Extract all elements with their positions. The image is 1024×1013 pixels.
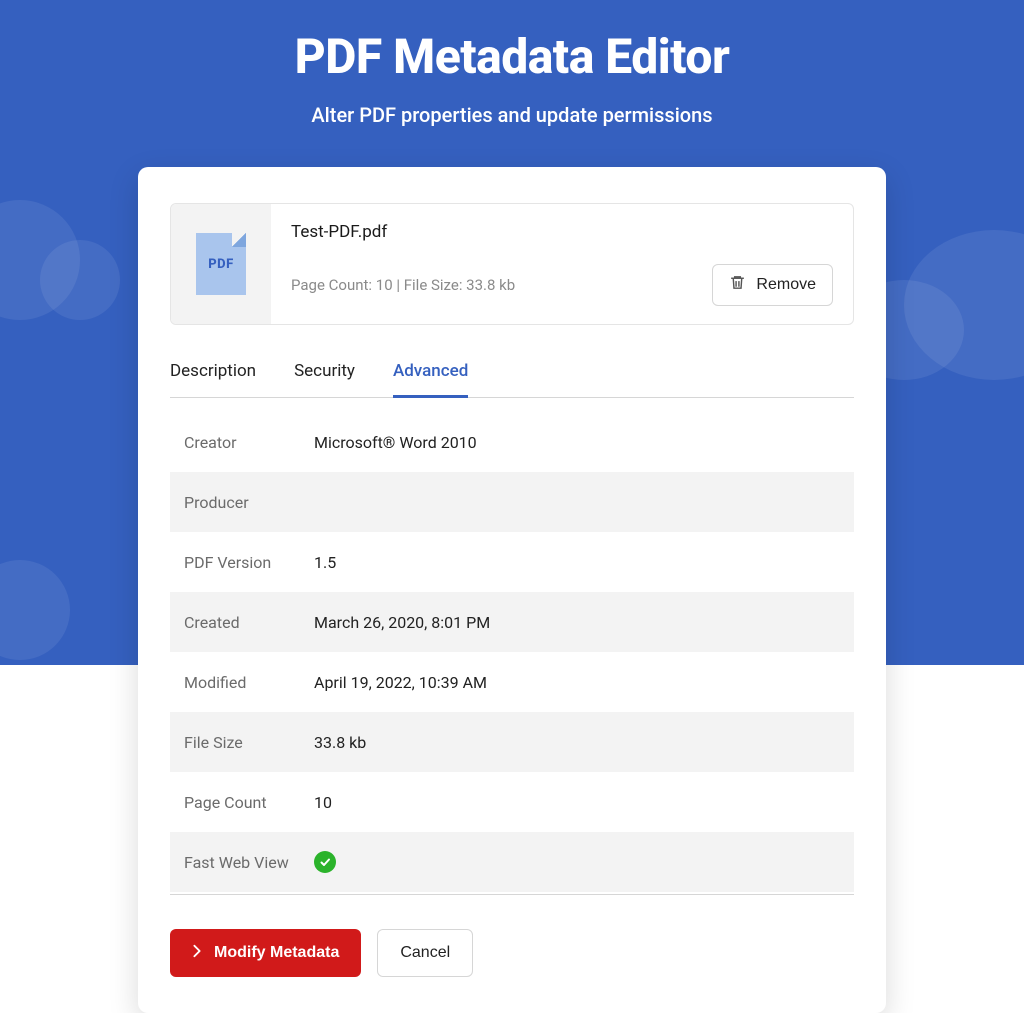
tabs: Description Security Advanced [170, 361, 854, 398]
file-meta: Page Count: 10 | File Size: 33.8 kb [291, 276, 515, 294]
cloud-decoration [0, 560, 70, 660]
prop-label: Producer [184, 493, 314, 512]
hero: PDF Metadata Editor Alter PDF properties… [0, 0, 1024, 127]
prop-label: PDF Version [184, 553, 314, 572]
prop-value: 1.5 [314, 553, 336, 572]
prop-row-creator: Creator Microsoft® Word 2010 [170, 412, 854, 472]
file-row: PDF Test-PDF.pdf Page Count: 10 | File S… [170, 203, 854, 325]
actions: Modify Metadata Cancel [170, 929, 854, 977]
prop-row-pdf-version: PDF Version 1.5 [170, 532, 854, 592]
prop-row-file-size: File Size 33.8 kb [170, 712, 854, 772]
remove-button-label: Remove [756, 276, 816, 294]
page-subtitle: Alter PDF properties and update permissi… [0, 103, 1024, 127]
prop-label: Fast Web View [184, 853, 314, 872]
editor-card: PDF Test-PDF.pdf Page Count: 10 | File S… [138, 167, 886, 1013]
prop-row-page-count: Page Count 10 [170, 772, 854, 832]
file-name: Test-PDF.pdf [291, 222, 833, 242]
prop-value: 33.8 kb [314, 733, 366, 752]
file-info: Test-PDF.pdf Page Count: 10 | File Size:… [271, 204, 853, 324]
prop-value [314, 851, 336, 873]
tab-description[interactable]: Description [170, 361, 256, 398]
file-meta-row: Page Count: 10 | File Size: 33.8 kb Remo… [291, 264, 833, 306]
modify-metadata-label: Modify Metadata [214, 944, 339, 962]
prop-label: Modified [184, 673, 314, 692]
file-icon-box: PDF [171, 204, 271, 324]
page-title: PDF Metadata Editor [0, 28, 1024, 85]
prop-value: Microsoft® Word 2010 [314, 433, 477, 452]
trash-icon [729, 274, 746, 296]
prop-label: Creator [184, 433, 314, 452]
prop-label: File Size [184, 733, 314, 752]
pdf-file-icon: PDF [196, 233, 246, 295]
prop-row-fast-web-view: Fast Web View [170, 832, 854, 892]
prop-label: Created [184, 613, 314, 632]
prop-value: March 26, 2020, 8:01 PM [314, 613, 490, 632]
prop-value: April 19, 2022, 10:39 AM [314, 673, 487, 692]
prop-row-modified: Modified April 19, 2022, 10:39 AM [170, 652, 854, 712]
cloud-decoration [40, 240, 120, 320]
prop-value: 10 [314, 793, 332, 812]
prop-row-created: Created March 26, 2020, 8:01 PM [170, 592, 854, 652]
prop-row-producer: Producer [170, 472, 854, 532]
modify-metadata-button[interactable]: Modify Metadata [170, 929, 361, 977]
chevron-right-icon [192, 944, 202, 963]
tab-security[interactable]: Security [294, 361, 355, 398]
properties-list: Creator Microsoft® Word 2010 Producer PD… [170, 398, 854, 895]
cancel-button[interactable]: Cancel [377, 929, 473, 977]
check-icon [314, 851, 336, 873]
remove-button[interactable]: Remove [712, 264, 833, 306]
pdf-icon-label: PDF [208, 257, 233, 272]
tab-advanced[interactable]: Advanced [393, 361, 468, 398]
prop-label: Page Count [184, 793, 314, 812]
